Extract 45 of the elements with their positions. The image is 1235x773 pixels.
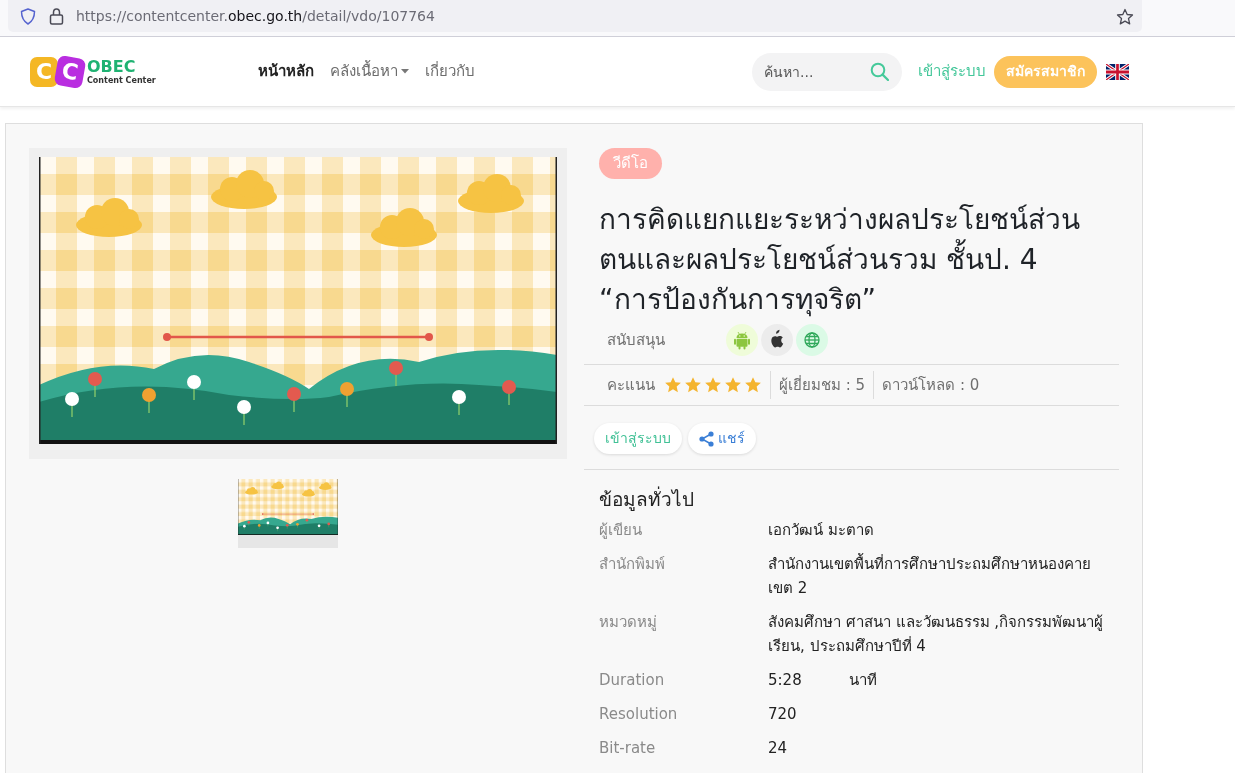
field-label: หมวดหมู่ — [599, 612, 658, 633]
star-icon — [724, 376, 742, 394]
logo-letter: C — [53, 54, 87, 89]
nav-link[interactable]: คลังเนื้อหา — [330, 60, 409, 83]
section-heading: ข้อมูลทั่วไป — [599, 486, 695, 512]
shield-icon[interactable] — [20, 7, 36, 25]
address-bar[interactable]: https://contentcenter.obec.go.th/detail/vdo/107764 — [8, 0, 1142, 32]
globe-icon — [796, 324, 828, 356]
star-icon — [744, 376, 762, 394]
nav-link[interactable]: เกี่ยวกับ — [425, 60, 475, 83]
logo-text: OBEC — [87, 58, 137, 75]
star-icon — [704, 376, 722, 394]
field-label: Bit-rate — [599, 738, 657, 759]
rating-label: คะแนน — [607, 374, 655, 396]
caret-icon[interactable] — [401, 69, 409, 74]
field-label: Resolution — [599, 704, 679, 725]
logo-letter: C — [30, 56, 58, 87]
logo-tagline: Content Center — [87, 76, 156, 85]
download-count: ดาวน์โหลด : 0 — [882, 374, 980, 396]
field-label: Duration — [599, 670, 666, 691]
field-value: 24 — [768, 738, 789, 759]
field-label: ผู้เขียน — [599, 520, 643, 541]
unit-label: นาที — [849, 670, 877, 691]
content-title: การคิดแยกแยะระหว่างผลประโยชน์ส่วนตนและผลประโยชน์ส่วนรวม ชั้นป. 4 “การป้องกันการทุจริต” — [599, 202, 1081, 319]
search-field[interactable]: ค้นหา... — [752, 52, 902, 91]
field-value: 720 — [768, 704, 798, 725]
support-label: สนับสนุน — [607, 329, 666, 352]
view-count: ผู้เยี่ยมชม : 5 — [779, 374, 866, 396]
share-icon[interactable] — [699, 430, 714, 447]
flag-icon[interactable] — [1106, 63, 1129, 80]
star-icon — [684, 376, 702, 394]
android-icon — [726, 324, 758, 356]
field-value: 5:28 — [768, 670, 803, 691]
media-type-badge: วีดีโอ — [599, 148, 662, 179]
field-value: สังคมศึกษา ศาสนา และวัฒนธรรม ,กิจกรรมพัฒนาผู้เรียน, ประถมศึกษาปีที่ 4 — [768, 612, 1105, 657]
star-icon — [664, 376, 682, 394]
lock-icon[interactable] — [49, 7, 64, 25]
field-value: เอกวัฒน์ มะตาด — [768, 520, 875, 541]
share-button[interactable]: แชร์ — [688, 423, 756, 454]
nav-link[interactable]: หน้าหลัก — [258, 60, 314, 83]
apple-icon — [761, 324, 793, 356]
thumbnail-drawing[interactable] — [238, 479, 338, 548]
field-label: สำนักพิมพ์ — [599, 554, 666, 575]
bookmark-star-icon[interactable] — [1116, 7, 1134, 25]
field-value: สำนักงานเขตพื้นที่การศึกษาประถมศึกษาหนองคาย เขต 2 — [768, 552, 1092, 599]
